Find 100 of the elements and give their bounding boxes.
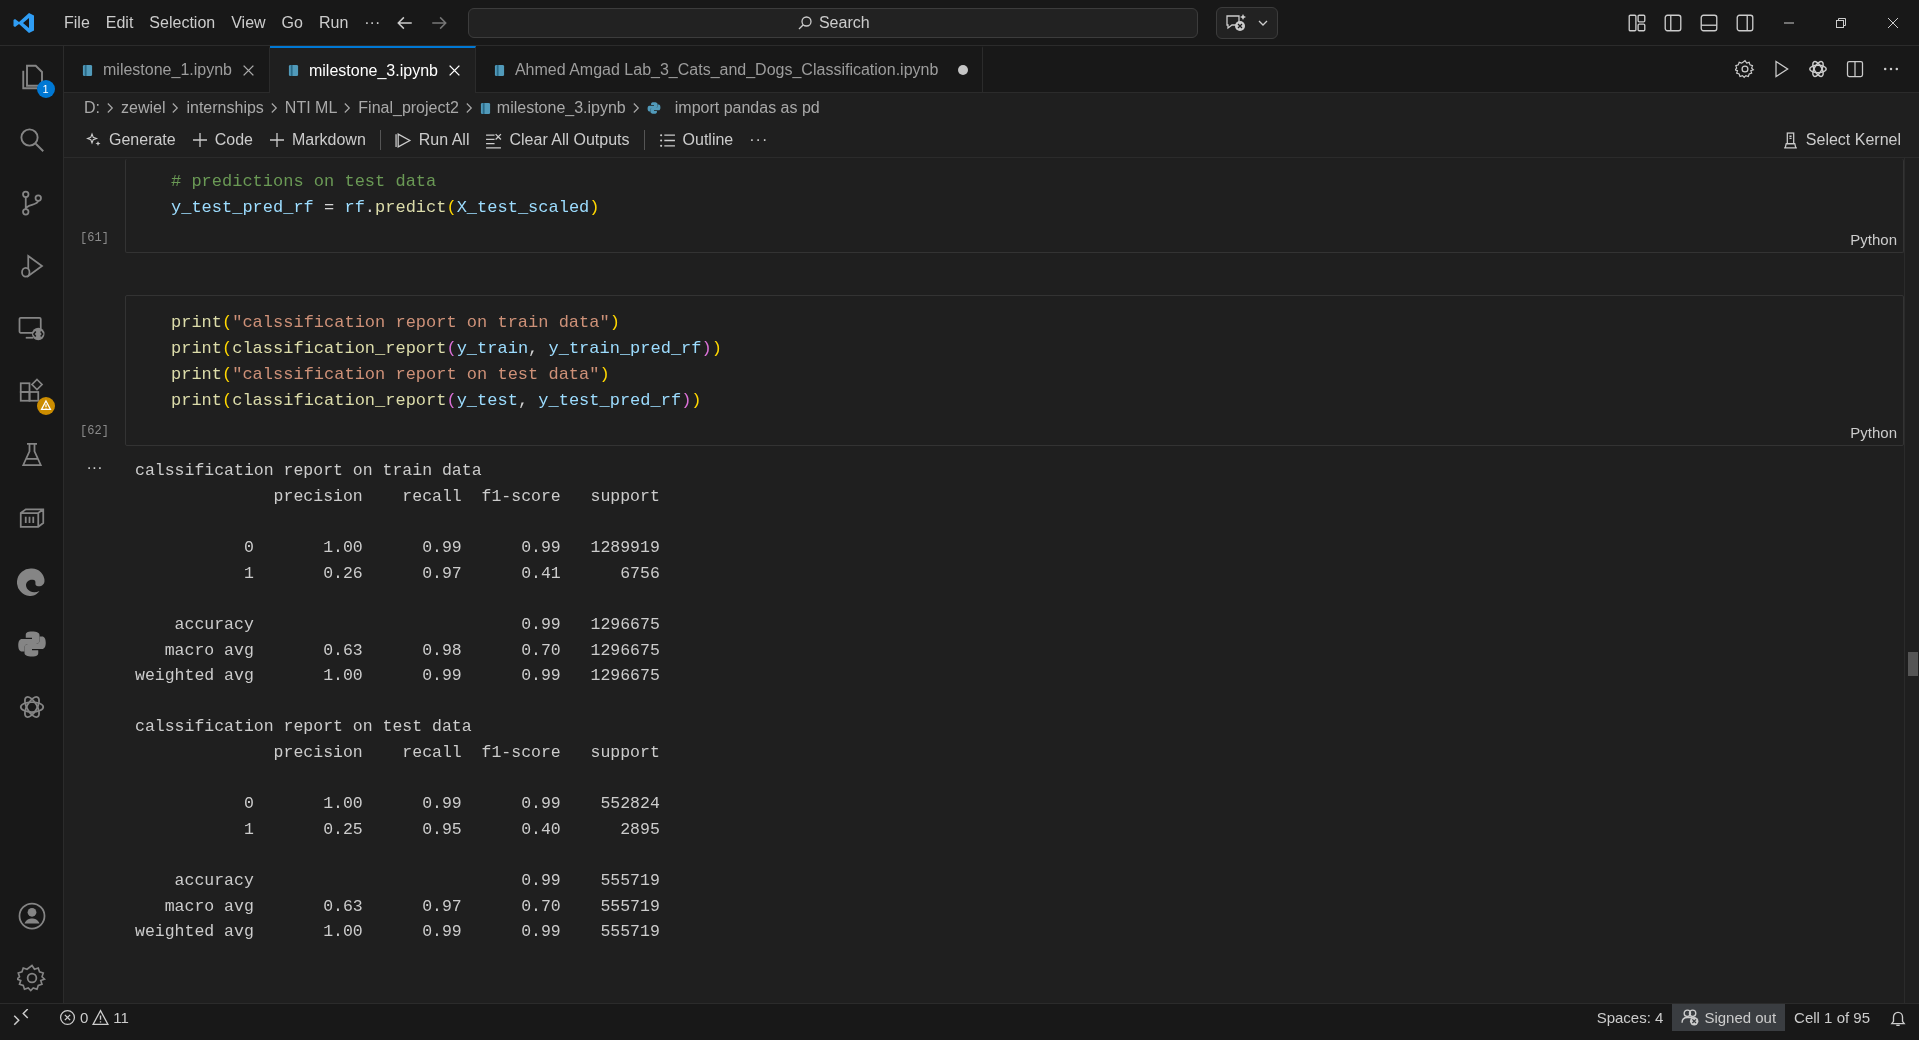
toolbar-button[interactable]: Markdown (260, 128, 374, 152)
python-icon[interactable] (16, 629, 47, 659)
menu-item[interactable]: View (223, 9, 274, 36)
code-line: print(classification_report(y_train, y_train_pred_rf)) (171, 338, 723, 361)
output-line: 0 1.00 0.99 0.99 552824 (242, 793, 660, 816)
output-line: 1 0.26 0.97 0.41 6756 (242, 562, 660, 585)
output-line: calssification report on test data (135, 716, 473, 739)
chevron-icon (171, 102, 181, 114)
error-icon (59, 1009, 76, 1026)
output-line: 1 0.25 0.95 0.40 2895 (242, 818, 660, 841)
toolbar-button[interactable]: Outline (650, 128, 742, 152)
plus-icon (191, 132, 208, 148)
remote-icon[interactable] (12, 1008, 30, 1027)
command-center-search[interactable]: Search (468, 7, 1199, 38)
notebook-icon (493, 63, 505, 77)
tab-label: Ahmed Amgad Lab_3_Cats_and_Dogs_Classification.ipynb (514, 61, 939, 79)
layout-icon[interactable] (1627, 12, 1647, 33)
output-line: accuracy 0.99 555719 (173, 870, 660, 893)
secondary-sidebar-icon[interactable] (1735, 12, 1755, 33)
toolbar-button[interactable]: Clear All Outputs (477, 128, 638, 152)
code-line: print("calssification report on test data") (171, 363, 611, 386)
unsaved-dot[interactable] (958, 65, 969, 75)
plus-icon (268, 132, 285, 148)
problems-status[interactable]: 0 11 (50, 1004, 138, 1031)
code-cell[interactable]: # predictions on test data y_test_pred_rf = rf.predict(X_test_scaled) Python (125, 159, 1904, 254)
tab-label: milestone_3.ipynb (308, 61, 438, 80)
breadcrumb-item[interactable]: import pandas as pd (674, 99, 820, 117)
breadcrumb-item[interactable]: zewiel (121, 99, 166, 117)
scrollbar-thumb[interactable] (1908, 652, 1918, 676)
breadcrumb-item[interactable]: internships (186, 99, 264, 117)
output-line: calssification report on train data (135, 460, 483, 483)
toolbar-button[interactable]: Run All (386, 128, 478, 152)
menu-item[interactable]: Edit (97, 9, 142, 36)
warning-icon (92, 1009, 110, 1026)
account-label: Signed out (1704, 1009, 1777, 1026)
toolbar-button[interactable]: Generate (78, 128, 184, 152)
chevron-icon (631, 102, 641, 114)
output-line: weighted avg 1.00 0.99 0.99 555719 (135, 921, 660, 944)
account-status[interactable]: Signed out (1672, 1004, 1786, 1031)
notebook-icon (82, 63, 93, 77)
chat-button[interactable] (1216, 6, 1279, 39)
output-line: precision recall f1-score support (272, 742, 660, 765)
settings-icon[interactable] (16, 963, 47, 993)
tab-label: milestone_1.ipynb (103, 61, 232, 79)
clear-list-icon (485, 131, 503, 149)
output-line: macro avg 0.63 0.97 0.70 555719 (163, 895, 660, 918)
notification-badge: 1 (36, 80, 55, 98)
breadcrumb-item[interactable]: D: (84, 99, 100, 117)
cell-position-status[interactable]: Cell 1 of 95 (1785, 1004, 1879, 1031)
chevron-icon (269, 102, 279, 114)
menu-item[interactable]: Go (273, 9, 311, 36)
execution-count: [62] (80, 424, 109, 439)
search-icon (796, 14, 813, 31)
cell-language[interactable]: Python (1850, 424, 1897, 442)
breadcrumb-item[interactable]: NTI ML (284, 99, 338, 117)
editor-tab[interactable]: milestone_1.ipynb (64, 46, 270, 92)
toolbar-button[interactable]: Code (183, 128, 261, 152)
python-icon (646, 101, 661, 115)
code-line: print("calssification report on train data") (171, 312, 621, 335)
menu-item[interactable]: Run (310, 9, 357, 36)
warning-count: 11 (113, 1009, 129, 1026)
editor-tab[interactable]: milestone_3.ipynb (269, 46, 476, 93)
restore-icon[interactable] (1835, 16, 1847, 29)
sparkle-icon (86, 132, 102, 148)
close-icon[interactable] (241, 63, 255, 77)
chevron-icon (106, 102, 115, 114)
output-line: macro avg 0.63 0.98 0.70 1296675 (163, 639, 660, 662)
output-line: precision recall f1-score support (272, 485, 660, 508)
execution-count: [61] (80, 231, 109, 246)
output-line: accuracy 0.99 1296675 (173, 613, 660, 636)
menu-item[interactable]: File (56, 9, 98, 36)
notebook-icon (287, 64, 299, 77)
list-icon (658, 131, 676, 149)
browser-icon[interactable] (16, 566, 47, 596)
chevron-icon (464, 102, 474, 114)
breadcrumb-item[interactable]: milestone_3.ipynb (496, 99, 626, 117)
cell-language[interactable]: Python (1850, 231, 1897, 249)
breadcrumb-item[interactable]: Final_project2 (358, 99, 459, 117)
split-editor-icon[interactable] (1845, 59, 1865, 79)
run-all-icon (394, 131, 412, 149)
select-kernel-button[interactable]: Select Kernel (1773, 128, 1909, 152)
output-menu-button[interactable]: ··· (82, 458, 107, 479)
editor-tab[interactable]: Ahmed Amgad Lab_3_Cats_and_Dogs_Classification.ipynb (475, 46, 984, 92)
code-line: y_test_pred_rf = rf.predict(X_test_scaled) (171, 196, 601, 219)
account-off-icon (1681, 1008, 1701, 1027)
account-icon[interactable] (16, 901, 47, 931)
close-icon[interactable] (1887, 16, 1899, 29)
code-line: print(classification_report(y_test, y_test_pred_rf)) (171, 389, 703, 412)
indentation-status[interactable]: Spaces: 4 (1587, 1004, 1673, 1031)
error-count: 0 (80, 1009, 89, 1026)
chevron-icon (343, 102, 353, 114)
menu-item[interactable]: Selection (141, 9, 224, 36)
app-logo-icon (12, 10, 36, 35)
notebook-icon (479, 101, 491, 115)
more-button[interactable]: ··· (741, 128, 777, 152)
settings-icon[interactable] (1735, 59, 1755, 79)
sidebar-toggle-icon[interactable] (1663, 12, 1683, 33)
output-line: weighted avg 1.00 0.99 0.99 1296675 (135, 665, 660, 688)
menu-item[interactable]: ··· (356, 9, 389, 36)
panel-toggle-icon[interactable] (1699, 12, 1719, 33)
